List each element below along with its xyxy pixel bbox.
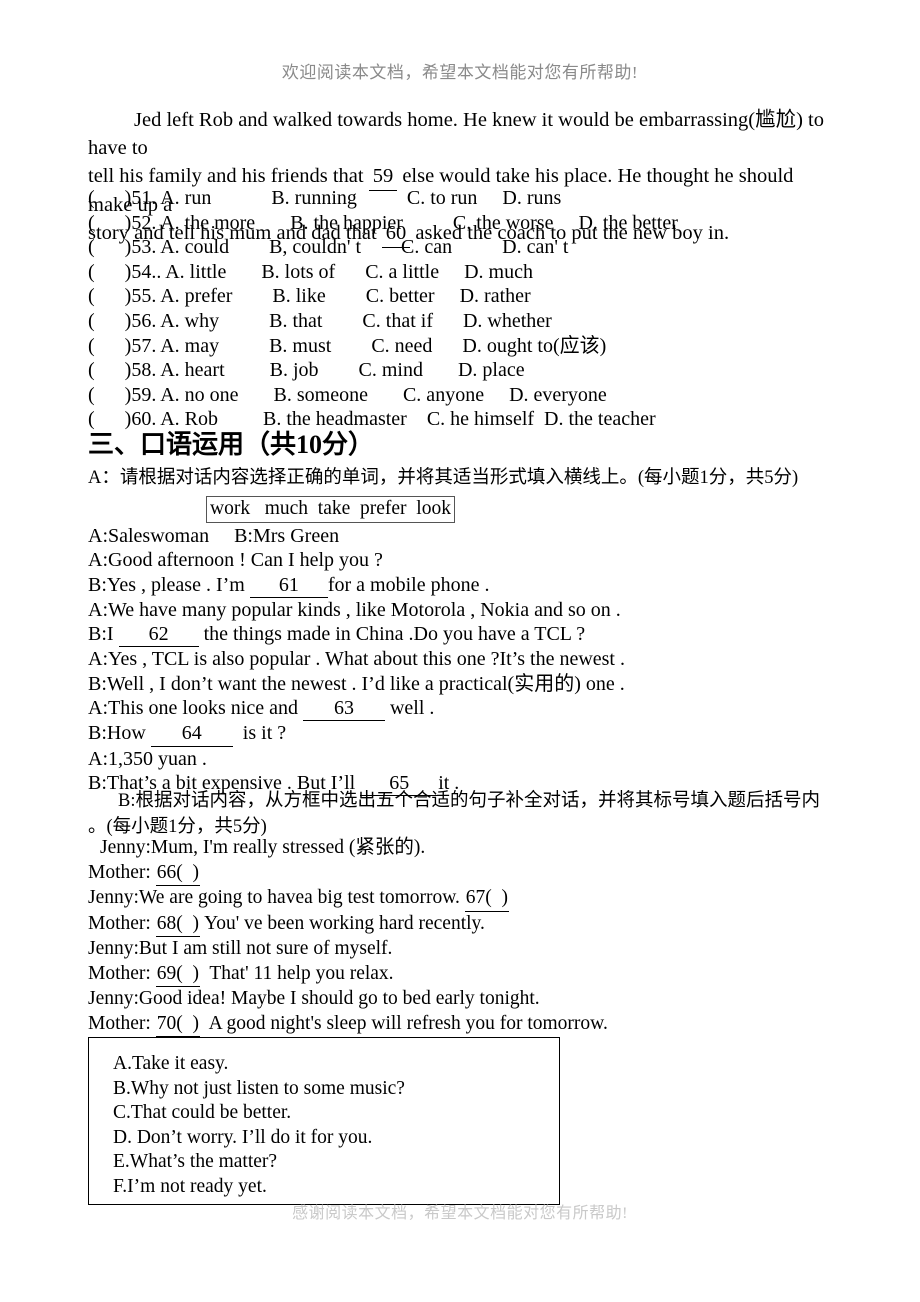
dialogue-line-b1: B:Yes , please . I’m 61 for a mobile phon… [88, 573, 828, 598]
part-a-instruction: A：请根据对话内容选择正确的单词，并将其适当形式填入横线上。(每小题1分，共5分… [88, 468, 799, 488]
blank-68[interactable]: 68( ) [155, 912, 200, 937]
passage-line-1: Jed left Rob and walked towards home. He… [88, 106, 824, 162]
dialogue-b-text-mother-4: A good night's sleep will refresh you fo… [199, 1012, 608, 1034]
blank-67[interactable]: 67( ) [464, 886, 510, 912]
dialogue-line-a5: A:1,350 yuan . [88, 747, 207, 770]
part-a-dialogue: A:Saleswoman B:Mrs Green A:Good afternoo… [88, 524, 828, 797]
passage-line-1-text: Jed left Rob and walked towards home. He… [88, 109, 825, 159]
document-page: 欢迎阅读本文档，希望本文档能对您有所帮助! Jed left Rob and w… [0, 0, 920, 1302]
dialogue-b-text-jenny-1: Mum, I'm really stressed (紧张的). [150, 837, 426, 858]
dialogue-line-b1-post: for a mobile phone . [327, 573, 490, 596]
dialogue-b-text-mother-2: You' ve been working hard recently. [199, 912, 485, 934]
option-d[interactable]: D. Don’t worry. I’ll do it for you. [113, 1126, 559, 1151]
part-b-instruction: B:根据对话内容，从方框中选出五个合适的句子补全对话，并将其标号填入题后括号内。… [88, 788, 828, 840]
dialogue-b-line-jenny-1: Jenny:Mum, I'm really stressed (紧张的). [88, 836, 828, 861]
dialogue-line-b1-pre: B:Yes , please . I’m [88, 573, 250, 596]
dialogue-b-text-mother-3: That' 11 help you relax. [199, 962, 394, 984]
mc-row-59[interactable]: ( )59. A. no one B. someone C. anyone D.… [88, 383, 828, 408]
dialogue-line-a4-pre: A:This one looks nice and [88, 697, 303, 720]
mc-row-55[interactable]: ( )55. A. prefer B. like C. better D. ra… [88, 284, 828, 309]
dialogue-b-text-jenny-2: We are going to havea big test tomorrow. [138, 887, 465, 908]
passage-line-2-text-a: tell his family and his friends that [88, 165, 369, 187]
mc-row-54[interactable]: ( )54.. A. little B. lots of C. a little… [88, 260, 828, 285]
speaker-jenny-4: Jenny: [88, 988, 139, 1009]
dialogue-line-a4: A:This one looks nice and 63 well . [88, 696, 828, 722]
part-b-dialogue: Jenny:Mum, I'm really stressed (紧张的). Mo… [88, 836, 828, 1037]
option-c[interactable]: C.That could be better. [113, 1101, 559, 1126]
dialogue-line-a3: A:Yes , TCL is also popular . What about… [88, 648, 625, 671]
dialogue-line-a4-post: well . [384, 697, 435, 720]
dialogue-line-b4-post: is it ? [232, 722, 287, 745]
speaker-mother-3: Mother: [88, 962, 156, 984]
speaker-jenny-2: Jenny: [88, 887, 139, 908]
blank-63[interactable]: 63 [302, 696, 385, 722]
blank-70[interactable]: 70( ) [155, 1012, 200, 1037]
mc-row-58[interactable]: ( )58. A. heart B. job C. mind D. place [88, 358, 828, 383]
part-b-instruction-line-1: B:根据对话内容，从方框中选出五个合适的句子补全对话，并将其标号填入题后括号内 [118, 791, 820, 811]
option-a[interactable]: A.Take it easy. [113, 1052, 559, 1077]
speaker-mother-4: Mother: [88, 1012, 156, 1034]
dialogue-b-line-mother-2: Mother: 68( ) You' ve been working hard … [88, 912, 828, 937]
dialogue-line-b2: B:I 62 the things made in China .Do you … [88, 622, 828, 648]
dialogue-b-line-jenny-2: Jenny:We are going to havea big test tom… [88, 886, 828, 912]
option-b[interactable]: B.Why not just listen to some music? [113, 1077, 559, 1102]
dialogue-b-line-jenny-3: Jenny:But I am still not sure of myself. [88, 937, 828, 962]
dialogue-b-line-jenny-4: Jenny:Good idea! Maybe I should go to be… [88, 987, 828, 1012]
part-b-instruction-line-2: 。(每小题1分，共5分) [88, 817, 267, 837]
answer-options-box: A.Take it easy. B.Why not just listen to… [88, 1037, 560, 1205]
dialogue-line-b3: B:Well , I don’t want the newest . I’d l… [88, 672, 625, 695]
dialogue-line-b2-pre: B:I [88, 623, 119, 646]
dialogue-line-b4: B:How 64 is it ? [88, 721, 828, 747]
word-bank-box: work much take prefer look [206, 496, 455, 523]
blank-62[interactable]: 62 [118, 622, 199, 648]
blank-69[interactable]: 69( ) [155, 962, 200, 987]
dialogue-line-a2: A:We have many popular kinds , like Moto… [88, 598, 621, 621]
blank-61[interactable]: 61 [249, 573, 328, 598]
speaker-mother-2: Mother: [88, 912, 156, 934]
blank-66[interactable]: 66( ) [155, 861, 200, 886]
section-heading: 三、口语运用（共10分） [88, 428, 374, 462]
speaker-mother-1: Mother: [88, 861, 156, 883]
dialogue-line-a1: A:Good afternoon ! Can I help you ? [88, 549, 383, 572]
multiple-choice-list: ( )51. A. run B. running C. to run D. ru… [88, 186, 828, 432]
option-e[interactable]: E.What’s the matter? [113, 1150, 559, 1175]
document-footer-watermark: 感谢阅读本文档，希望本文档能对您有所帮助! [292, 1205, 628, 1222]
blank-64[interactable]: 64 [150, 721, 233, 747]
mc-row-53[interactable]: ( )53. A. could B, couldn' t C. can D. c… [88, 235, 828, 260]
section-heading-prefix: 三、口语运用（共 [88, 430, 297, 460]
option-f[interactable]: F.I’m not ready yet. [113, 1175, 559, 1200]
document-header-watermark: 欢迎阅读本文档，希望本文档能对您有所帮助! [281, 63, 639, 82]
speaker-jenny-3: Jenny: [88, 938, 139, 959]
speaker-jenny-1: Jenny: [100, 837, 151, 858]
dialogue-b-line-mother-3: Mother: 69( ) That' 11 help you relax. [88, 962, 828, 987]
dialogue-b-line-mother-4: Mother: 70( ) A good night's sleep will … [88, 1012, 828, 1037]
dialogue-b-line-mother-1: Mother: 66( ) [88, 861, 828, 886]
dialogue-line-b2-post: the things made in China .Do you have a … [198, 623, 586, 646]
section-heading-suffix: 分） [322, 430, 375, 460]
dialogue-line-b4-pre: B:How [88, 722, 151, 745]
dialogue-roles: A:Saleswoman B:Mrs Green [88, 525, 340, 547]
section-heading-score: 10 [296, 430, 323, 459]
mc-row-57[interactable]: ( )57. A. may B. must C. need D. ought t… [88, 334, 828, 359]
mc-row-56[interactable]: ( )56. A. why B. that C. that if D. whet… [88, 309, 828, 334]
dialogue-b-text-jenny-3: But I am still not sure of myself. [138, 938, 393, 959]
dialogue-b-text-jenny-4: Good idea! Maybe I should go to bed earl… [138, 988, 540, 1009]
mc-row-51[interactable]: ( )51. A. run B. running C. to run D. ru… [88, 186, 828, 211]
mc-row-52[interactable]: ( )52. A. the more B. the happier C. the… [88, 211, 828, 236]
